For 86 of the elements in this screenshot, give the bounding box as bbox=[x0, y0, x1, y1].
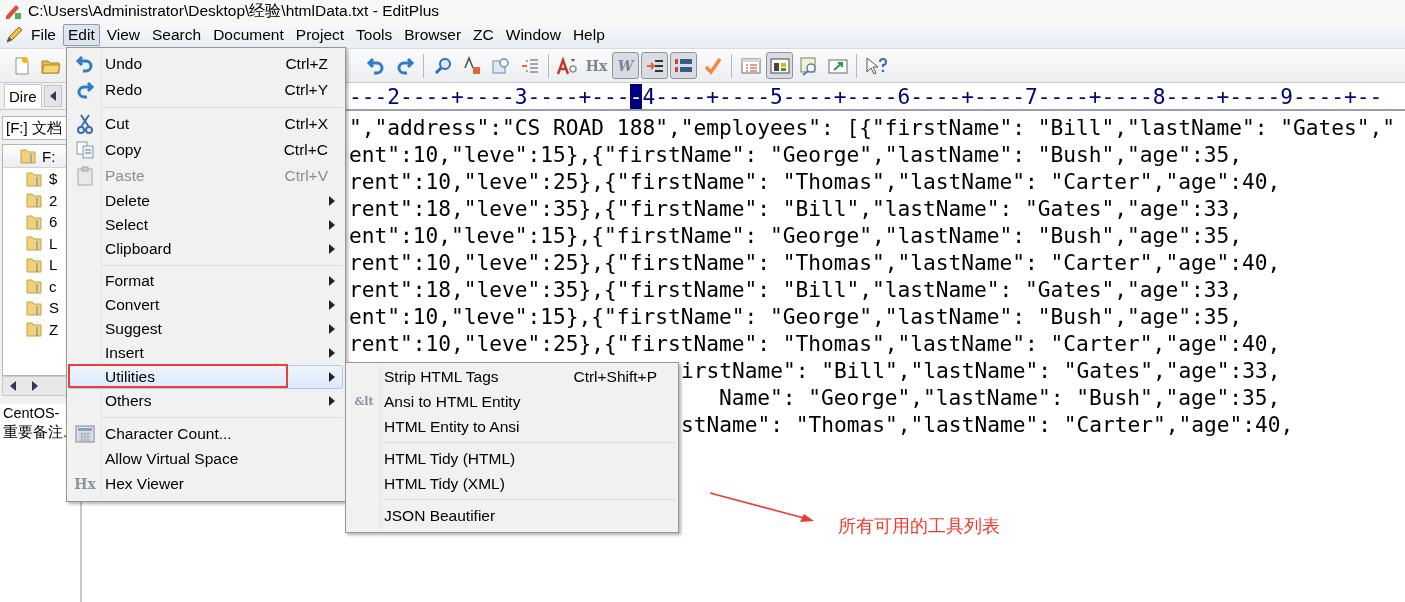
menu-item[interactable]: Others bbox=[69, 389, 343, 413]
code-line: rent":18,"leve":35},{"firstName": "Bill","lastName": "Gates","age":33, bbox=[349, 196, 1242, 221]
replace-icon bbox=[461, 55, 482, 76]
folder-icon bbox=[25, 320, 43, 339]
code-line: rent":10,"leve":25},{"firstName": "Thomas","lastName": "Carter","age":40, bbox=[349, 331, 1281, 356]
menu-bar-item[interactable]: Document bbox=[208, 24, 289, 46]
submenu-arrow-icon bbox=[329, 300, 335, 310]
menu-bar-item[interactable]: File bbox=[26, 24, 61, 46]
menu-icon-text: &lt bbox=[354, 395, 374, 408]
code-line: ent":10,"leve":15},{"firstName": "George","lastName": "Bush","age":35, bbox=[349, 223, 1242, 248]
menu-bar-item[interactable]: Browser bbox=[399, 24, 467, 46]
folder-icon bbox=[25, 212, 43, 231]
export-window-icon bbox=[827, 56, 848, 75]
toolbar-button[interactable] bbox=[766, 52, 793, 79]
check-icon bbox=[702, 55, 723, 76]
menu-item[interactable]: &lt Ansi to HTML Entity bbox=[348, 389, 676, 414]
panel-layout-icon bbox=[769, 56, 790, 75]
code-line: irstName": "Bill","lastName": "Gates","age":33, bbox=[681, 358, 1281, 383]
copy-icon bbox=[75, 140, 95, 160]
code-line: ent":10,"leve":15},{"firstName": "George","lastName": "Bush","age":35, bbox=[349, 304, 1242, 329]
submenu-arrow-icon bbox=[329, 244, 335, 254]
help-pointer-icon bbox=[863, 55, 888, 76]
submenu-arrow-icon bbox=[329, 196, 335, 206]
ruler-cursor: - bbox=[629, 83, 643, 109]
search-icon bbox=[432, 55, 453, 76]
document-search-icon bbox=[798, 55, 819, 76]
number-grid-icon bbox=[673, 56, 694, 75]
code-line: ent":10,"leve":15},{"firstName": "George","lastName": "Bush","age":35, bbox=[349, 142, 1242, 167]
menu-item[interactable]: Hx Hex Viewer bbox=[69, 471, 343, 497]
menu-bar-item[interactable]: Help bbox=[567, 24, 610, 46]
code-line: ","address":"CS ROAD 188","employees": [{"firstName": "Bill","lastName": "Gates"," bbox=[349, 115, 1395, 140]
menu-item[interactable]: HTML Tidy (HTML) bbox=[348, 446, 676, 471]
submenu-arrow-icon bbox=[329, 348, 335, 358]
menu-bar-item[interactable]: Search bbox=[147, 24, 207, 46]
menu-item[interactable]: JSON Beautifier bbox=[348, 503, 676, 528]
code-line: rent":18,"leve":35},{"firstName": "Bill","lastName": "Gates","age":33, bbox=[349, 277, 1242, 302]
undo-icon bbox=[365, 55, 386, 76]
menu-item[interactable]: Allow Virtual Space bbox=[69, 447, 343, 471]
code-line: rent":10,"leve":25},{"firstName": "Thomas","lastName": "Carter","age":40, bbox=[349, 250, 1281, 275]
app-icon bbox=[4, 2, 22, 20]
font-size-icon bbox=[555, 55, 580, 76]
menu-bar-item[interactable]: Edit bbox=[63, 24, 100, 46]
submenu-arrow-icon bbox=[329, 372, 335, 382]
folder-icon bbox=[25, 255, 43, 274]
annotation-text: 所有可用的工具列表 bbox=[838, 515, 1000, 538]
toolbar-button[interactable] bbox=[670, 52, 697, 79]
menu-bar-item[interactable]: Tools bbox=[351, 24, 398, 46]
panel-tab[interactable]: Dire bbox=[4, 84, 42, 108]
menu-bar-item[interactable]: Window bbox=[500, 24, 566, 46]
toolbar-button[interactable] bbox=[641, 52, 668, 79]
left-arrow-icon bbox=[48, 91, 57, 101]
pencil-icon bbox=[4, 25, 24, 45]
code-line: rent":10,"leve":25},{"firstName": "Thomas","lastName": "Carter","age":40, bbox=[349, 169, 1281, 194]
folder-icon bbox=[19, 147, 37, 165]
left-arrow-icon bbox=[9, 381, 17, 391]
redo-icon bbox=[75, 80, 95, 100]
menu-item[interactable]: Character Count... bbox=[69, 421, 343, 447]
right-arrow-icon bbox=[31, 381, 39, 391]
menu-item[interactable]: HTML Entity to Ansi bbox=[348, 414, 676, 439]
menu-bar-item[interactable]: View bbox=[101, 24, 146, 46]
undo-icon bbox=[75, 54, 95, 74]
submenu-arrow-icon bbox=[329, 220, 335, 230]
menu-item[interactable]: Undo Ctrl+Z bbox=[69, 51, 343, 77]
window-search-icon bbox=[490, 55, 511, 76]
submenu-arrow-icon bbox=[329, 276, 335, 286]
submenu-arrow-icon bbox=[329, 324, 335, 334]
folder-icon bbox=[25, 277, 43, 296]
menu-bar-item[interactable]: ZC bbox=[468, 24, 499, 46]
scissors-icon bbox=[76, 113, 94, 135]
code-line: Name": "George","lastName": "Bush","age":35, bbox=[719, 385, 1281, 410]
submenu-arrow-icon bbox=[329, 396, 335, 406]
code-line: stName": "Thomas","lastName": "Carter","age":40, bbox=[681, 412, 1294, 437]
menu-item[interactable]: Insert bbox=[69, 341, 343, 365]
folder-icon bbox=[25, 234, 43, 253]
calculator-icon bbox=[75, 424, 95, 444]
folder-icon bbox=[25, 191, 43, 210]
menu-item[interactable]: HTML Tidy (XML) bbox=[348, 471, 676, 496]
menu-bar-item[interactable]: Project bbox=[290, 24, 350, 46]
menu-icon-text: Hx bbox=[74, 476, 96, 492]
window-title: C:\Users\Administrator\Desktop\经验\htmlData.txt - EditPlus bbox=[28, 0, 439, 21]
scroll-left-button[interactable] bbox=[43, 85, 62, 107]
folder-icon bbox=[25, 298, 43, 317]
list-window-icon bbox=[740, 56, 761, 75]
menu-item[interactable]: Strip HTML Tags Ctrl+Shift+P bbox=[348, 364, 676, 389]
folder-icon bbox=[25, 169, 43, 188]
clipboard-icon bbox=[76, 166, 94, 186]
